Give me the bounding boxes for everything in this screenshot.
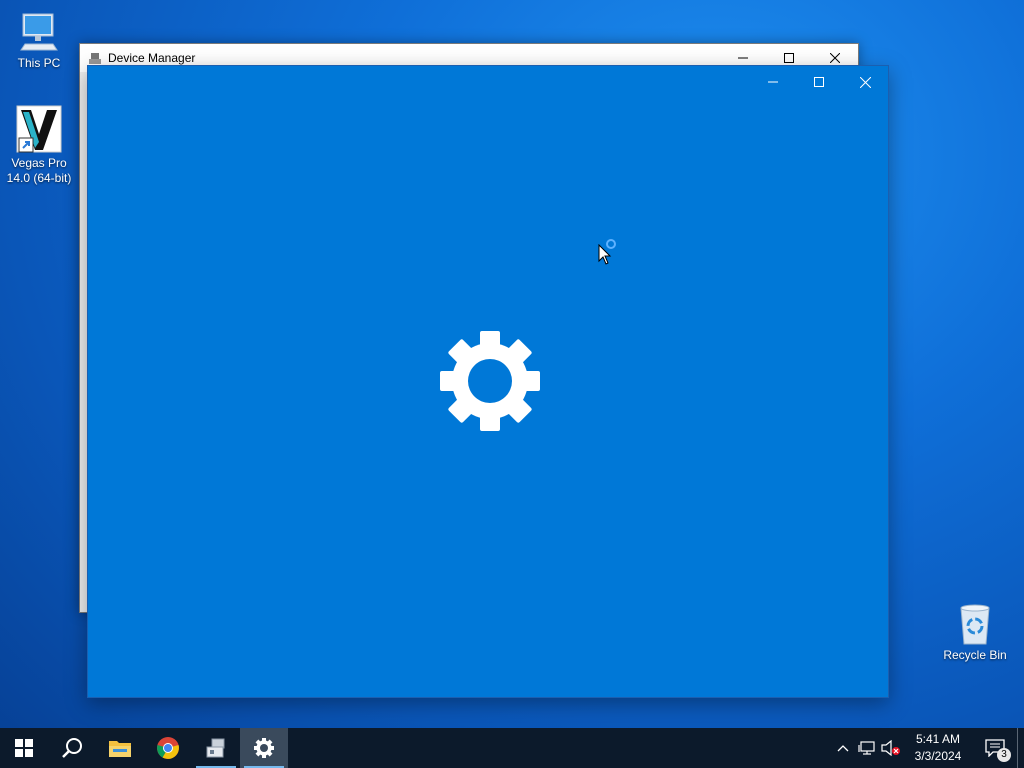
desktop-icon-this-pc[interactable]: This PC [2,10,76,71]
window-title: Device Manager [108,51,196,65]
desktop-icon-vegas-pro[interactable]: Vegas Pro 14.0 (64-bit) [2,104,76,186]
start-button[interactable] [0,728,48,768]
search-button[interactable] [48,728,96,768]
maximize-icon [784,53,794,63]
system-tray: 5:41 AM 3/3/2024 3 [831,728,1024,768]
minimize-icon [738,57,748,59]
chrome-icon [157,737,179,759]
clock-time: 5:41 AM [915,732,961,746]
taskbar-spacer [288,728,831,768]
action-center-button[interactable]: 3 [973,728,1017,768]
device-manager-icon [89,53,101,64]
close-icon [859,76,871,88]
close-button[interactable] [842,66,888,98]
start-icon [15,739,33,757]
show-desktop-button[interactable] [1017,728,1024,768]
this-pc-icon [20,13,58,51]
device-manager-icon [206,738,225,758]
show-hidden-icons-button[interactable] [831,728,855,768]
taskbar-settings[interactable] [240,728,288,768]
volume-button[interactable] [879,728,903,768]
chevron-up-icon [837,745,849,752]
vegas-pro-icon [16,105,62,153]
minimize-icon [768,81,778,83]
clock[interactable]: 5:41 AM 3/3/2024 [903,731,973,765]
busy-spinner-icon [606,239,616,249]
maximize-icon [814,77,824,87]
taskbar-chrome[interactable] [144,728,192,768]
volume-muted-icon [881,740,900,756]
notification-count-badge: 3 [997,748,1011,762]
settings-window[interactable] [87,65,889,698]
desktop-icon-recycle-bin[interactable]: Recycle Bin [938,604,1012,663]
desktop-icon-label: This PC [17,56,61,70]
clock-date: 3/3/2024 [914,749,962,763]
search-icon [62,738,82,758]
taskbar-file-explorer[interactable] [96,728,144,768]
gear-icon [440,331,540,431]
minimize-button[interactable] [750,66,796,98]
network-icon [858,741,875,755]
recycle-bin-icon [960,604,990,645]
settings-icon [254,738,274,758]
taskbar: 5:41 AM 3/3/2024 3 [0,728,1024,768]
taskbar-device-manager[interactable] [192,728,240,768]
file-explorer-icon [109,741,131,757]
desktop-icon-label: Vegas Pro 14.0 (64-bit) [6,156,72,185]
network-button[interactable] [855,728,879,768]
maximize-button[interactable] [796,66,842,98]
settings-window-controls [750,66,888,98]
desktop-icon-label: Recycle Bin [943,648,1007,662]
close-icon [830,53,840,63]
